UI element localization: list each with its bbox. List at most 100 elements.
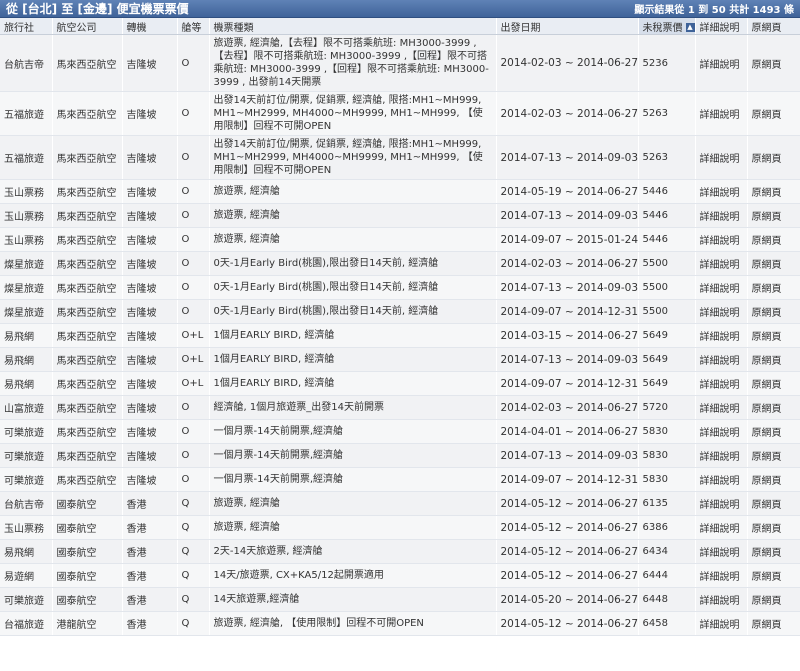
airline-cell: 馬來西亞航空 xyxy=(52,323,123,348)
airline-cell: 馬來西亞航空 xyxy=(52,395,123,420)
details-link[interactable]: 詳細說明 xyxy=(695,611,748,636)
details-link[interactable]: 詳細說明 xyxy=(695,539,748,564)
details-link[interactable]: 詳細說明 xyxy=(695,347,748,372)
agency-cell: 台福旅遊 xyxy=(0,611,53,636)
transit-cell: 香港 xyxy=(122,539,178,564)
price-cell: 5446 xyxy=(638,203,696,228)
source-link[interactable]: 原網頁 xyxy=(747,515,800,540)
source-link[interactable]: 原網頁 xyxy=(747,299,800,324)
source-link[interactable]: 原網頁 xyxy=(747,91,800,136)
cabin-cell: O xyxy=(177,91,210,136)
sort-up-icon[interactable]: ▲ xyxy=(685,23,694,32)
source-link[interactable]: 原網頁 xyxy=(747,587,800,612)
details-link[interactable]: 詳細說明 xyxy=(695,467,748,492)
source-link[interactable]: 原網頁 xyxy=(747,443,800,468)
source-link[interactable]: 原網頁 xyxy=(747,611,800,636)
details-link[interactable]: 詳細說明 xyxy=(695,203,748,228)
departure-cell: 2014-05-19 ~ 2014-06-27 xyxy=(496,179,639,204)
details-link[interactable]: 詳細說明 xyxy=(695,443,748,468)
table-row: 玉山票務 國泰航空 香港 Q 旅遊票, 經濟艙 2014-05-12 ~ 2014-06-… xyxy=(0,515,800,540)
price-cell: 5500 xyxy=(638,275,696,300)
ticket-type-cell: 1個月EARLY BIRD, 經濟艙 xyxy=(209,323,497,348)
details-link[interactable]: 詳細說明 xyxy=(695,563,748,588)
ticket-type-cell: 一個月票-14天前開票,經濟艙 xyxy=(209,419,497,444)
source-link[interactable]: 原網頁 xyxy=(747,179,800,204)
source-link[interactable]: 原網頁 xyxy=(747,203,800,228)
ticket-type-cell: 0天-1月Early Bird(桃園),限出發日14天前, 經濟艙 xyxy=(209,251,497,276)
ticket-type-cell: 旅遊票, 經濟艙 xyxy=(209,203,497,228)
details-link[interactable]: 詳細說明 xyxy=(695,395,748,420)
cabin-cell: O xyxy=(177,275,210,300)
agency-cell: 燦星旅遊 xyxy=(0,275,53,300)
details-link[interactable]: 詳細說明 xyxy=(695,299,748,324)
transit-cell: 吉隆坡 xyxy=(122,347,178,372)
cabin-cell: Q xyxy=(177,539,210,564)
source-link[interactable]: 原網頁 xyxy=(747,275,800,300)
details-link[interactable]: 詳細說明 xyxy=(695,251,748,276)
table-header-row: 旅行社 航空公司 轉機 艙等 機票種類 出發日期 未稅票價 ▲ 詳細說明 原網頁 xyxy=(0,18,800,35)
details-link[interactable]: 詳細說明 xyxy=(695,91,748,136)
price-cell: 5263 xyxy=(638,91,696,136)
source-link[interactable]: 原網頁 xyxy=(747,371,800,396)
cabin-cell: Q xyxy=(177,491,210,516)
details-link[interactable]: 詳細說明 xyxy=(695,275,748,300)
details-link[interactable]: 詳細說明 xyxy=(695,179,748,204)
details-link[interactable]: 詳細說明 xyxy=(695,515,748,540)
ticket-type-cell: 經濟艙, 1個月旅遊票_出發14天前開票 xyxy=(209,395,497,420)
details-link[interactable]: 詳細說明 xyxy=(695,419,748,444)
source-link[interactable]: 原網頁 xyxy=(747,323,800,348)
col-cabin[interactable]: 艙等 xyxy=(177,18,210,35)
source-link[interactable]: 原網頁 xyxy=(747,467,800,492)
airline-cell: 馬來西亞航空 xyxy=(52,203,123,228)
transit-cell: 吉隆坡 xyxy=(122,371,178,396)
source-link[interactable]: 原網頁 xyxy=(747,563,800,588)
agency-cell: 燦星旅遊 xyxy=(0,299,53,324)
table-row: 可樂旅遊 國泰航空 香港 Q 14天旅遊票,經濟艙 2014-05-20 ~ 2014-0… xyxy=(0,587,800,612)
price-cell: 5446 xyxy=(638,179,696,204)
details-link[interactable]: 詳細說明 xyxy=(695,135,748,180)
source-link[interactable]: 原網頁 xyxy=(747,135,800,180)
details-link[interactable]: 詳細說明 xyxy=(695,587,748,612)
source-link[interactable]: 原網頁 xyxy=(747,227,800,252)
source-link[interactable]: 原網頁 xyxy=(747,419,800,444)
price-cell: 5446 xyxy=(638,227,696,252)
col-ticket-type[interactable]: 機票種類 xyxy=(209,18,497,35)
source-link[interactable]: 原網頁 xyxy=(747,347,800,372)
col-airline[interactable]: 航空公司 xyxy=(52,18,123,35)
col-agency[interactable]: 旅行社 xyxy=(0,18,53,35)
details-link[interactable]: 詳細說明 xyxy=(695,491,748,516)
cabin-cell: O xyxy=(177,251,210,276)
table-row: 易飛網 馬來西亞航空 吉隆坡 O+L 1個月EARLY BIRD, 經濟艙 2014-07… xyxy=(0,347,800,372)
price-cell: 6458 xyxy=(638,611,696,636)
table-row: 玉山票務 馬來西亞航空 吉隆坡 O 旅遊票, 經濟艙 2014-05-19 ~ 2014-… xyxy=(0,179,800,204)
details-link[interactable]: 詳細說明 xyxy=(695,34,748,92)
agency-cell: 玉山票務 xyxy=(0,179,53,204)
col-transit[interactable]: 轉機 xyxy=(122,18,178,35)
source-link[interactable]: 原網頁 xyxy=(747,34,800,92)
transit-cell: 吉隆坡 xyxy=(122,179,178,204)
col-departure[interactable]: 出發日期 xyxy=(496,18,639,35)
source-link[interactable]: 原網頁 xyxy=(747,395,800,420)
ticket-type-cell: 旅遊票, 經濟艙 xyxy=(209,179,497,204)
source-link[interactable]: 原網頁 xyxy=(747,539,800,564)
price-cell: 5500 xyxy=(638,299,696,324)
ticket-type-cell: 14天/旅遊票, CX+KA5/12起開票適用 xyxy=(209,563,497,588)
source-link[interactable]: 原網頁 xyxy=(747,491,800,516)
agency-cell: 燦星旅遊 xyxy=(0,251,53,276)
col-source[interactable]: 原網頁 xyxy=(747,18,800,35)
airline-cell: 馬來西亞航空 xyxy=(52,419,123,444)
col-price[interactable]: 未稅票價 ▲ xyxy=(638,18,696,35)
details-link[interactable]: 詳細說明 xyxy=(695,323,748,348)
col-details[interactable]: 詳細說明 xyxy=(695,18,748,35)
table-row: 玉山票務 馬來西亞航空 吉隆坡 O 旅遊票, 經濟艙 2014-07-13 ~ 2014-… xyxy=(0,203,800,228)
details-link[interactable]: 詳細說明 xyxy=(695,227,748,252)
price-cell: 6444 xyxy=(638,563,696,588)
agency-cell: 玉山票務 xyxy=(0,515,53,540)
cabin-cell: O xyxy=(177,227,210,252)
airline-cell: 馬來西亞航空 xyxy=(52,467,123,492)
ticket-type-cell: 一個月票-14天前開票,經濟艙 xyxy=(209,467,497,492)
details-link[interactable]: 詳細說明 xyxy=(695,371,748,396)
transit-cell: 香港 xyxy=(122,491,178,516)
departure-cell: 2014-02-03 ~ 2014-06-27 xyxy=(496,395,639,420)
source-link[interactable]: 原網頁 xyxy=(747,251,800,276)
